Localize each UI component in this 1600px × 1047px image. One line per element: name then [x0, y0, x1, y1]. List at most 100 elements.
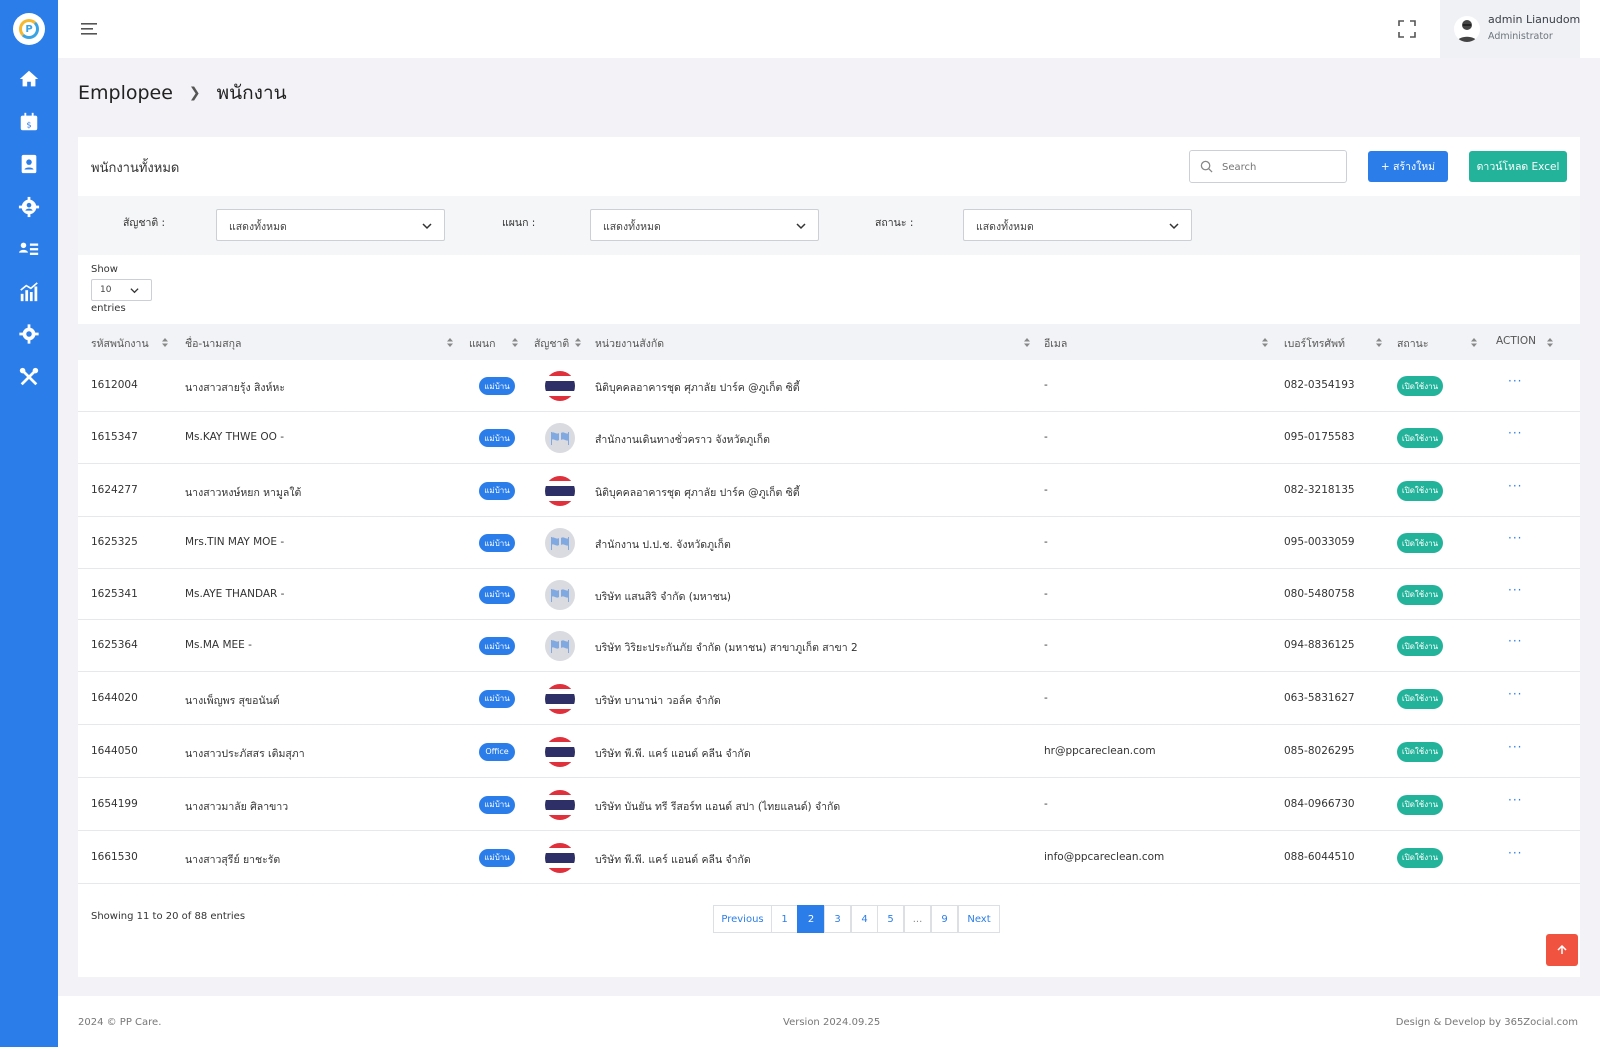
scroll-top-button[interactable] — [1546, 934, 1578, 966]
status-badge: เปิดใช้งาน — [1397, 636, 1443, 656]
search-input[interactable] — [1222, 158, 1340, 176]
row-action-menu[interactable]: ··· — [1508, 374, 1522, 388]
employee-name: นางสาวหงษ์หยก หามูลใต้ — [185, 486, 302, 499]
table-row[interactable]: 1624277 นางสาวหงษ์หยก หามูลใต้ แม่บ้าน นิติ… — [78, 464, 1580, 517]
table-row[interactable]: 1615347 Ms.KAY THWE OO - แม่บ้าน สำนักงานเด… — [78, 412, 1580, 464]
status-filter-select[interactable]: แสดงทั้งหมด — [963, 209, 1192, 241]
pagination-page[interactable]: 2 — [797, 905, 825, 933]
department-badge: แม่บ้าน — [479, 585, 515, 604]
table-row[interactable]: 1625325 Mrs.TIN MAY MOE - แม่บ้าน สำนักงาน … — [78, 517, 1580, 569]
row-action-menu[interactable]: ··· — [1508, 426, 1522, 440]
status-filter-label: สถานะ : — [875, 217, 914, 229]
row-action-menu[interactable]: ··· — [1508, 846, 1522, 860]
column-header[interactable]: รหัสพนักงาน — [91, 335, 149, 352]
affiliated-unit: สำนักงานเดินทางชั่วคราว จังหวัดภูเก็ต — [595, 434, 770, 446]
status-badge: เปิดใช้งาน — [1397, 741, 1443, 762]
column-header[interactable]: หน่วยงานสังกัด — [595, 335, 664, 352]
users-gear-icon[interactable] — [17, 195, 41, 219]
row-action-menu[interactable]: ··· — [1508, 479, 1522, 493]
affiliated-unit: นิติบุคคลอาคารชุด ศุภาลัย ปาร์ค @ภูเก็ต … — [595, 486, 800, 499]
employee-email: - — [1044, 536, 1048, 548]
footer: 2024 © PP Care. Version 2024.09.25 Desig… — [58, 996, 1600, 1047]
column-header[interactable]: เบอร์โทรศัพท์ — [1284, 335, 1345, 352]
row-action-menu[interactable]: ··· — [1508, 531, 1522, 545]
gear-icon[interactable] — [17, 322, 41, 346]
breadcrumb-parent[interactable]: Emplopee — [78, 82, 173, 104]
column-header[interactable]: ชื่อ-นามสกุล — [185, 335, 241, 352]
table-row[interactable]: 1612004 นางสาวสายรุ้ง สิงห์หะ แม่บ้าน นิติบ… — [78, 360, 1580, 412]
sort-icon[interactable] — [447, 338, 453, 347]
nationality-filter-select[interactable]: แสดงทั้งหมด — [216, 209, 445, 241]
employee-id: 1654199 — [91, 797, 138, 810]
table-row[interactable]: 1625364 Ms.MA MEE - แม่บ้าน บริษัท วิริยะปร… — [78, 620, 1580, 672]
download-excel-button[interactable]: ดาวน์โหลด Excel — [1469, 151, 1567, 182]
employee-email: - — [1044, 431, 1048, 443]
chart-icon[interactable] — [17, 280, 41, 304]
thai-flag-icon — [545, 683, 575, 714]
foreign-flag-icon — [545, 423, 575, 453]
row-action-menu[interactable]: ··· — [1508, 583, 1522, 597]
department-badge: แม่บ้าน — [479, 481, 515, 500]
sort-icon[interactable] — [1547, 338, 1553, 347]
sort-icon[interactable] — [1262, 338, 1268, 347]
foreign-flag-icon — [545, 528, 575, 558]
pagination-page[interactable]: 9 — [931, 905, 958, 933]
logo-mark: P — [19, 19, 39, 39]
employee-id: 1615347 — [91, 431, 138, 443]
table-row[interactable]: 1625341 Ms.AYE THANDAR - แม่บ้าน บริษัท แสน… — [78, 569, 1580, 620]
column-header[interactable]: ACTION — [1496, 335, 1536, 347]
sort-icon[interactable] — [162, 338, 168, 347]
employee-id: 1661530 — [91, 850, 138, 863]
status-badge: เปิดใช้งาน — [1397, 584, 1443, 605]
sort-icon[interactable] — [1024, 338, 1030, 347]
row-action-menu[interactable]: ··· — [1508, 740, 1522, 754]
avatar — [1454, 16, 1480, 42]
table-row[interactable]: 1644050 นางสาวประภัสสร เติมสุภา Office บริษ… — [78, 725, 1580, 778]
pagination-next[interactable]: Next — [958, 905, 1000, 933]
menu-icon[interactable] — [80, 20, 100, 38]
calendar-dollar-icon[interactable]: $ — [17, 110, 41, 134]
sort-icon[interactable] — [512, 338, 518, 347]
sort-icon[interactable] — [1471, 338, 1477, 347]
column-header[interactable]: อีเมล — [1044, 335, 1067, 352]
create-new-button[interactable]: + สร้างใหม่ — [1368, 151, 1448, 182]
column-header[interactable]: สัญชาติ — [534, 335, 569, 352]
page-length-select[interactable]: 10 — [91, 279, 152, 301]
fullscreen-icon[interactable] — [1398, 20, 1416, 38]
pagination-page[interactable]: 5 — [877, 905, 904, 933]
employee-name: Ms.MA MEE - — [185, 639, 252, 651]
footer-copyright: 2024 © PP Care. — [78, 1017, 162, 1028]
department-badge: Office — [479, 742, 515, 761]
filter-bar: สัญชาติ : แสดงทั้งหมด แผนก : แสดงทั้งหมด… — [78, 196, 1580, 255]
svg-text:$: $ — [26, 120, 31, 130]
home-icon[interactable] — [17, 67, 41, 91]
entries-label: entries — [91, 303, 126, 314]
contact-book-icon[interactable] — [17, 152, 41, 176]
user-menu[interactable]: admin Lianudom Administrator — [1440, 0, 1580, 58]
row-action-menu[interactable]: ··· — [1508, 793, 1522, 807]
column-header[interactable]: แผนก — [469, 335, 495, 352]
tools-icon[interactable] — [17, 365, 41, 389]
pagination-page[interactable]: 4 — [851, 905, 878, 933]
sort-icon[interactable] — [1376, 338, 1382, 347]
pagination-previous[interactable]: Previous — [713, 905, 772, 933]
sort-icon[interactable] — [575, 338, 581, 347]
table-row[interactable]: 1661530 นางสาวสุรีย์ ยาชะรัต แม่บ้าน บริษัท… — [78, 831, 1580, 884]
employee-email: - — [1044, 639, 1048, 651]
table-row[interactable]: 1654199 นางสาวมาลัย ศิลาขาว แม่บ้าน บริษัท … — [78, 778, 1580, 831]
department-badge: แม่บ้าน — [479, 689, 515, 708]
row-action-menu[interactable]: ··· — [1508, 687, 1522, 701]
status-badge: เปิดใช้งาน — [1397, 533, 1443, 553]
employee-phone: 084-0966730 — [1284, 797, 1355, 810]
thai-flag-icon — [545, 371, 575, 401]
list-users-icon[interactable] — [17, 237, 41, 261]
user-role: Administrator — [1488, 31, 1553, 42]
footer-version: Version 2024.09.25 — [783, 1017, 881, 1028]
row-action-menu[interactable]: ··· — [1508, 634, 1522, 648]
column-header[interactable]: สถานะ — [1397, 335, 1428, 352]
pagination-page[interactable]: 1 — [771, 905, 798, 933]
pagination-page[interactable]: 3 — [824, 905, 851, 933]
app-logo[interactable]: P — [13, 13, 45, 45]
department-filter-select[interactable]: แสดงทั้งหมด — [590, 209, 819, 241]
table-row[interactable]: 1644020 นางเพ็ญพร สุขอนันต์ แม่บ้าน บริษัท … — [78, 672, 1580, 725]
